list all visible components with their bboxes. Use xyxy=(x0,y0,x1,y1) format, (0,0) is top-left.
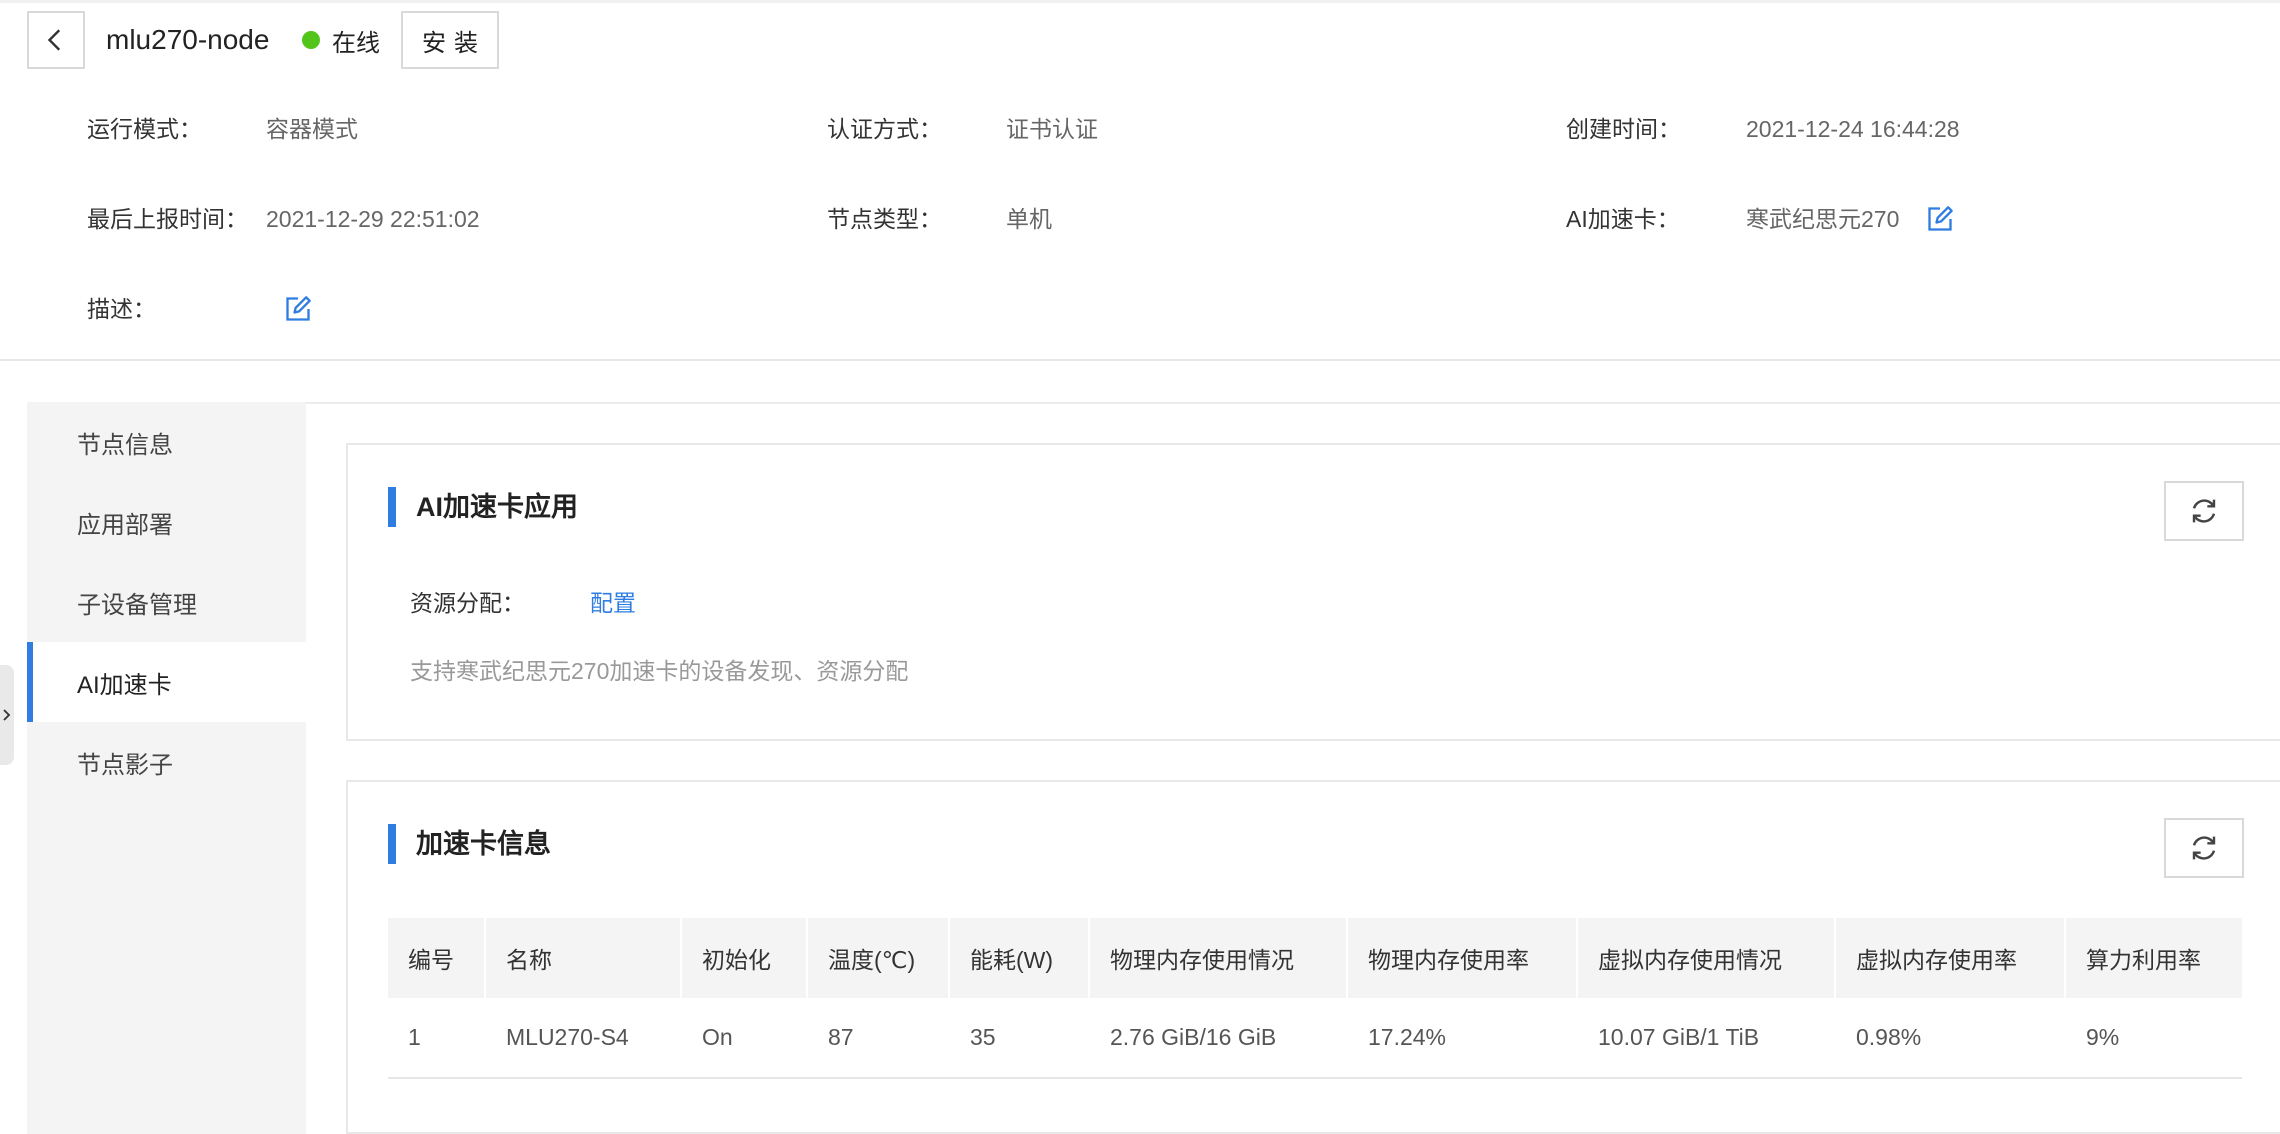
ai-card-value: 寒武纪思元270 xyxy=(1746,206,1900,232)
table-header-cell: 虚拟内存使用情况 xyxy=(1578,918,1836,998)
created-value: 2021-12-24 16:44:28 xyxy=(1746,116,1960,142)
table-cell-virt-mem-usage: 10.07 GiB/1 TiB xyxy=(1598,1024,1760,1050)
chevron-left-icon xyxy=(47,29,61,51)
table-header-cell: 算力利用率 xyxy=(2086,947,2201,973)
card-info-panel-title: 加速卡信息 xyxy=(416,829,551,859)
ai-app-panel: AI加速卡应用 资源分配： 配置 支持寒武纪思元270加速卡的设备发现、资源分配 xyxy=(346,443,2280,741)
table-cell-phys-mem-usage: 2.76 GiB/16 GiB xyxy=(1110,1024,1277,1050)
sidebar-item-app-deploy[interactable]: 应用部署 xyxy=(27,482,306,562)
card-info-table: 编号 名称 初始化 温度(℃) 能耗(W) 物理内存使用情况 物理内存使用率 虚… xyxy=(388,918,2242,1079)
desc-label: 描述： xyxy=(87,296,156,322)
header-divider xyxy=(0,359,2280,361)
ai-app-description: 支持寒武纪思元270加速卡的设备发现、资源分配 xyxy=(410,658,909,684)
auth-value: 证书认证 xyxy=(1006,116,1098,142)
run-mode-label: 运行模式： xyxy=(87,116,202,142)
status-dot-icon xyxy=(302,31,320,49)
configure-link[interactable]: 配置 xyxy=(590,587,636,619)
refresh-app-button[interactable] xyxy=(2164,481,2244,541)
table-header-cell: 名称 xyxy=(486,918,682,998)
table-header-cell: 物理内存使用率 xyxy=(1348,918,1578,998)
top-strip xyxy=(0,0,2280,3)
install-button[interactable]: 安装 xyxy=(401,11,499,69)
ai-card-label: AI加速卡： xyxy=(1566,206,1680,232)
auth-label: 认证方式： xyxy=(827,116,942,142)
panel-title-bar xyxy=(388,824,396,864)
table-header-cell: 初始化 xyxy=(682,918,808,998)
sidebar-item-node-shadow[interactable]: 节点影子 xyxy=(27,722,306,802)
table-cell-temperature: 87 xyxy=(828,1024,854,1050)
refresh-icon xyxy=(2192,836,2216,860)
sidebar-collapse-toggle[interactable] xyxy=(0,665,14,765)
table-cell-name: MLU270-S4 xyxy=(506,1024,629,1050)
table-header-cell: 虚拟内存使用率 xyxy=(1836,918,2066,998)
created-label: 创建时间： xyxy=(1566,116,1681,142)
sidebar: 节点信息 应用部署 子设备管理 AI加速卡 节点影子 xyxy=(27,402,306,1134)
resource-label: 资源分配： xyxy=(410,590,525,616)
sidebar-item-node-info[interactable]: 节点信息 xyxy=(27,402,306,482)
card-info-panel: 加速卡信息 编号 名称 初始化 温度(℃) 能耗(W) 物理内存使用情况 物理内… xyxy=(346,780,2280,1134)
node-type-label: 节点类型： xyxy=(827,206,942,232)
node-type-value: 单机 xyxy=(1006,206,1052,232)
table-cell-id: 1 xyxy=(408,1024,421,1050)
back-button[interactable] xyxy=(27,11,85,69)
sidebar-item-ai-card[interactable]: AI加速卡 xyxy=(27,642,306,722)
panel-title-bar xyxy=(388,487,396,527)
sidebar-item-sub-device[interactable]: 子设备管理 xyxy=(27,562,306,642)
table-cell-init: On xyxy=(702,1024,733,1050)
table-row: 1 MLU270-S4 On 87 35 2.76 GiB/16 GiB 17.… xyxy=(388,998,2242,1079)
edit-ai-card-icon[interactable] xyxy=(1926,205,1954,233)
refresh-card-button[interactable] xyxy=(2164,818,2244,878)
chevron-right-icon xyxy=(3,709,11,721)
refresh-icon xyxy=(2192,499,2216,523)
ai-app-panel-title: AI加速卡应用 xyxy=(416,492,578,522)
table-cell-compute-rate: 9% xyxy=(2086,1024,2120,1050)
table-cell-phys-mem-rate: 17.24% xyxy=(1368,1024,1447,1050)
table-cell-power: 35 xyxy=(970,1024,996,1050)
last-report-label: 最后上报时间： xyxy=(87,206,248,232)
last-report-value: 2021-12-29 22:51:02 xyxy=(266,206,480,232)
run-mode-value: 容器模式 xyxy=(266,116,358,142)
table-cell-virt-mem-rate: 0.98% xyxy=(1856,1024,1922,1050)
table-header-cell: 温度(℃) xyxy=(808,918,950,998)
node-name: mlu270-node xyxy=(106,24,270,55)
table-header-cell: 编号 xyxy=(388,918,486,998)
node-status: 在线 xyxy=(302,22,380,58)
table-header-cell: 物理内存使用情况 xyxy=(1090,918,1348,998)
edit-description-icon[interactable] xyxy=(284,295,312,323)
table-header-cell: 能耗(W) xyxy=(950,918,1090,998)
table-header-row: 编号 名称 初始化 温度(℃) 能耗(W) 物理内存使用情况 物理内存使用率 虚… xyxy=(388,918,2242,998)
status-text: 在线 xyxy=(332,29,380,57)
